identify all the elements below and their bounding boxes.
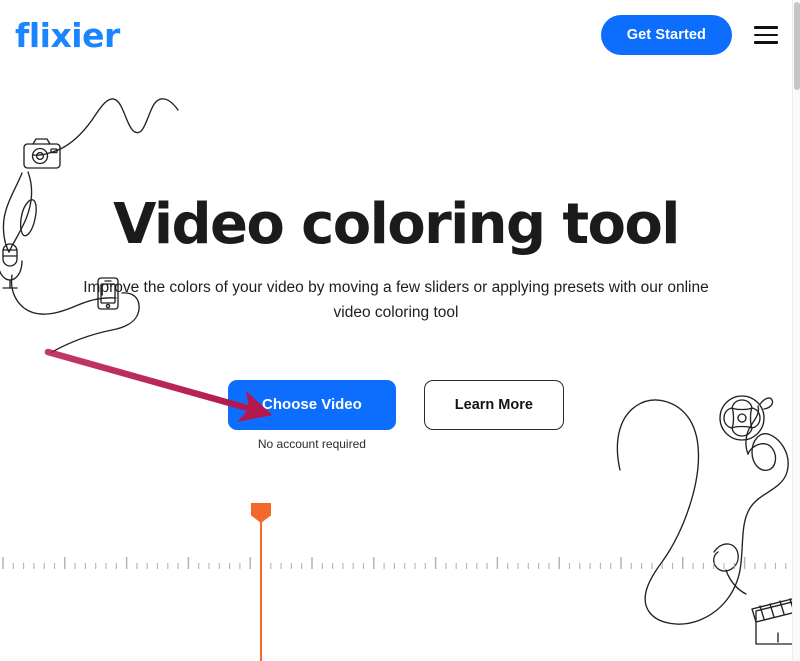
brand-logo[interactable]: flixier bbox=[12, 19, 120, 52]
hero-subtitle: Improve the colors of your video by movi… bbox=[83, 278, 709, 322]
choose-video-button[interactable]: Choose Video bbox=[228, 380, 396, 430]
learn-more-button[interactable]: Learn More bbox=[423, 380, 564, 430]
doodle-wave-top-tail bbox=[32, 149, 59, 156]
header-actions: Get Started bbox=[600, 15, 782, 55]
primary-cta-group: Choose Video No account required bbox=[228, 380, 396, 451]
page-title: Video coloring tool bbox=[113, 192, 680, 257]
timeline-ruler bbox=[2, 557, 787, 569]
timeline-strip[interactable] bbox=[0, 495, 792, 661]
timeline-playhead-handle[interactable] bbox=[251, 503, 271, 523]
ruler-ticks bbox=[2, 557, 787, 569]
page-root: flixier Get Started Video coloring tool … bbox=[0, 0, 800, 661]
scrollbar-thumb[interactable] bbox=[794, 2, 800, 90]
cta-row: Choose Video No account required Learn M… bbox=[0, 380, 792, 451]
no-account-required-note: No account required bbox=[257, 437, 366, 451]
timeline-playhead-line bbox=[259, 522, 263, 661]
get-started-button[interactable]: Get Started bbox=[600, 15, 732, 55]
hamburger-line-3 bbox=[754, 41, 778, 44]
hamburger-menu-icon[interactable] bbox=[754, 26, 778, 44]
hamburger-line-2 bbox=[754, 33, 778, 37]
camera-icon bbox=[23, 138, 61, 169]
hero-section: Video coloring tool Improve the colors o… bbox=[0, 195, 792, 325]
page-scrollbar[interactable] bbox=[792, 0, 800, 661]
doodle-wave-top bbox=[57, 98, 179, 151]
site-header: flixier Get Started bbox=[0, 0, 792, 70]
hamburger-line-1 bbox=[754, 26, 778, 29]
